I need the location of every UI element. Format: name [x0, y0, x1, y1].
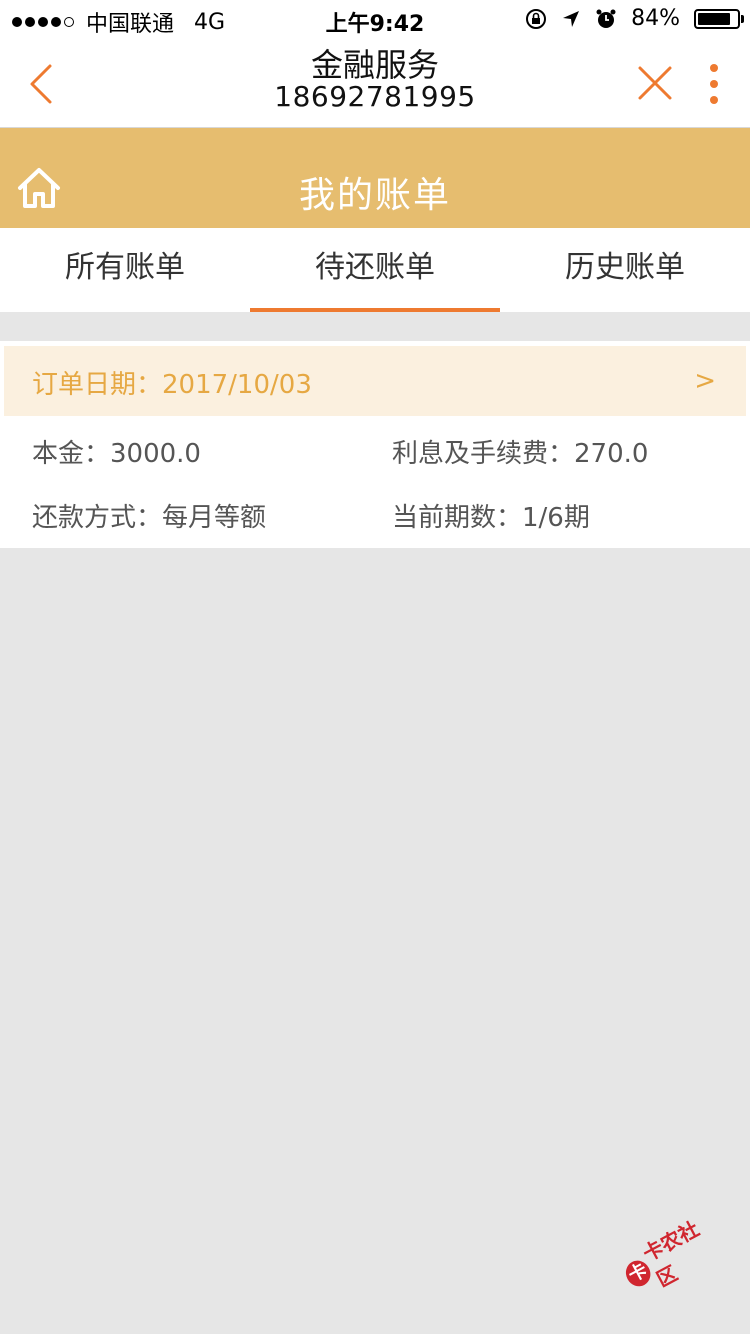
battery-fill	[698, 12, 730, 25]
bill-card: 订单日期：2017/10/03 > 本金：3000.0 利息及手续费：270.0…	[0, 341, 750, 548]
current-period: 当前期数：1/6期	[392, 503, 590, 533]
bill-tabs: 所有账单 待还账单 历史账单	[0, 228, 750, 312]
interest-and-fees: 利息及手续费：270.0	[392, 439, 649, 469]
bill-card-header[interactable]: 订单日期：2017/10/03 >	[4, 346, 746, 416]
alarm-icon	[596, 9, 616, 28]
watermark-text: 卡农社区	[638, 1216, 704, 1292]
location-arrow-icon	[563, 10, 580, 27]
tab-pending-bills[interactable]: 待还账单	[250, 228, 500, 312]
battery-icon	[694, 8, 744, 29]
chevron-right-icon: >	[694, 366, 716, 396]
status-right: 84%	[525, 6, 744, 31]
battery-percent: 84%	[631, 6, 680, 31]
repayment-method: 还款方式：每月等额	[32, 503, 267, 533]
section-title: 我的账单	[298, 175, 451, 216]
principal: 本金：3000.0	[32, 439, 201, 469]
more-vertical-icon[interactable]	[700, 60, 728, 108]
header-band: 我的账单	[0, 128, 750, 228]
navigation-bar: 金融服务 18692781995	[0, 40, 750, 128]
order-date: 订单日期：2017/10/03	[32, 370, 312, 400]
tab-all-bills[interactable]: 所有账单	[0, 228, 250, 312]
tab-history-bills[interactable]: 历史账单	[500, 228, 750, 312]
status-bar: 中国联通 4G 上午9:42 84%	[0, 0, 750, 40]
watermark-logo: 卡 卡农社区	[611, 1201, 732, 1310]
close-icon[interactable]	[634, 62, 676, 104]
rotation-lock-icon	[526, 8, 547, 29]
